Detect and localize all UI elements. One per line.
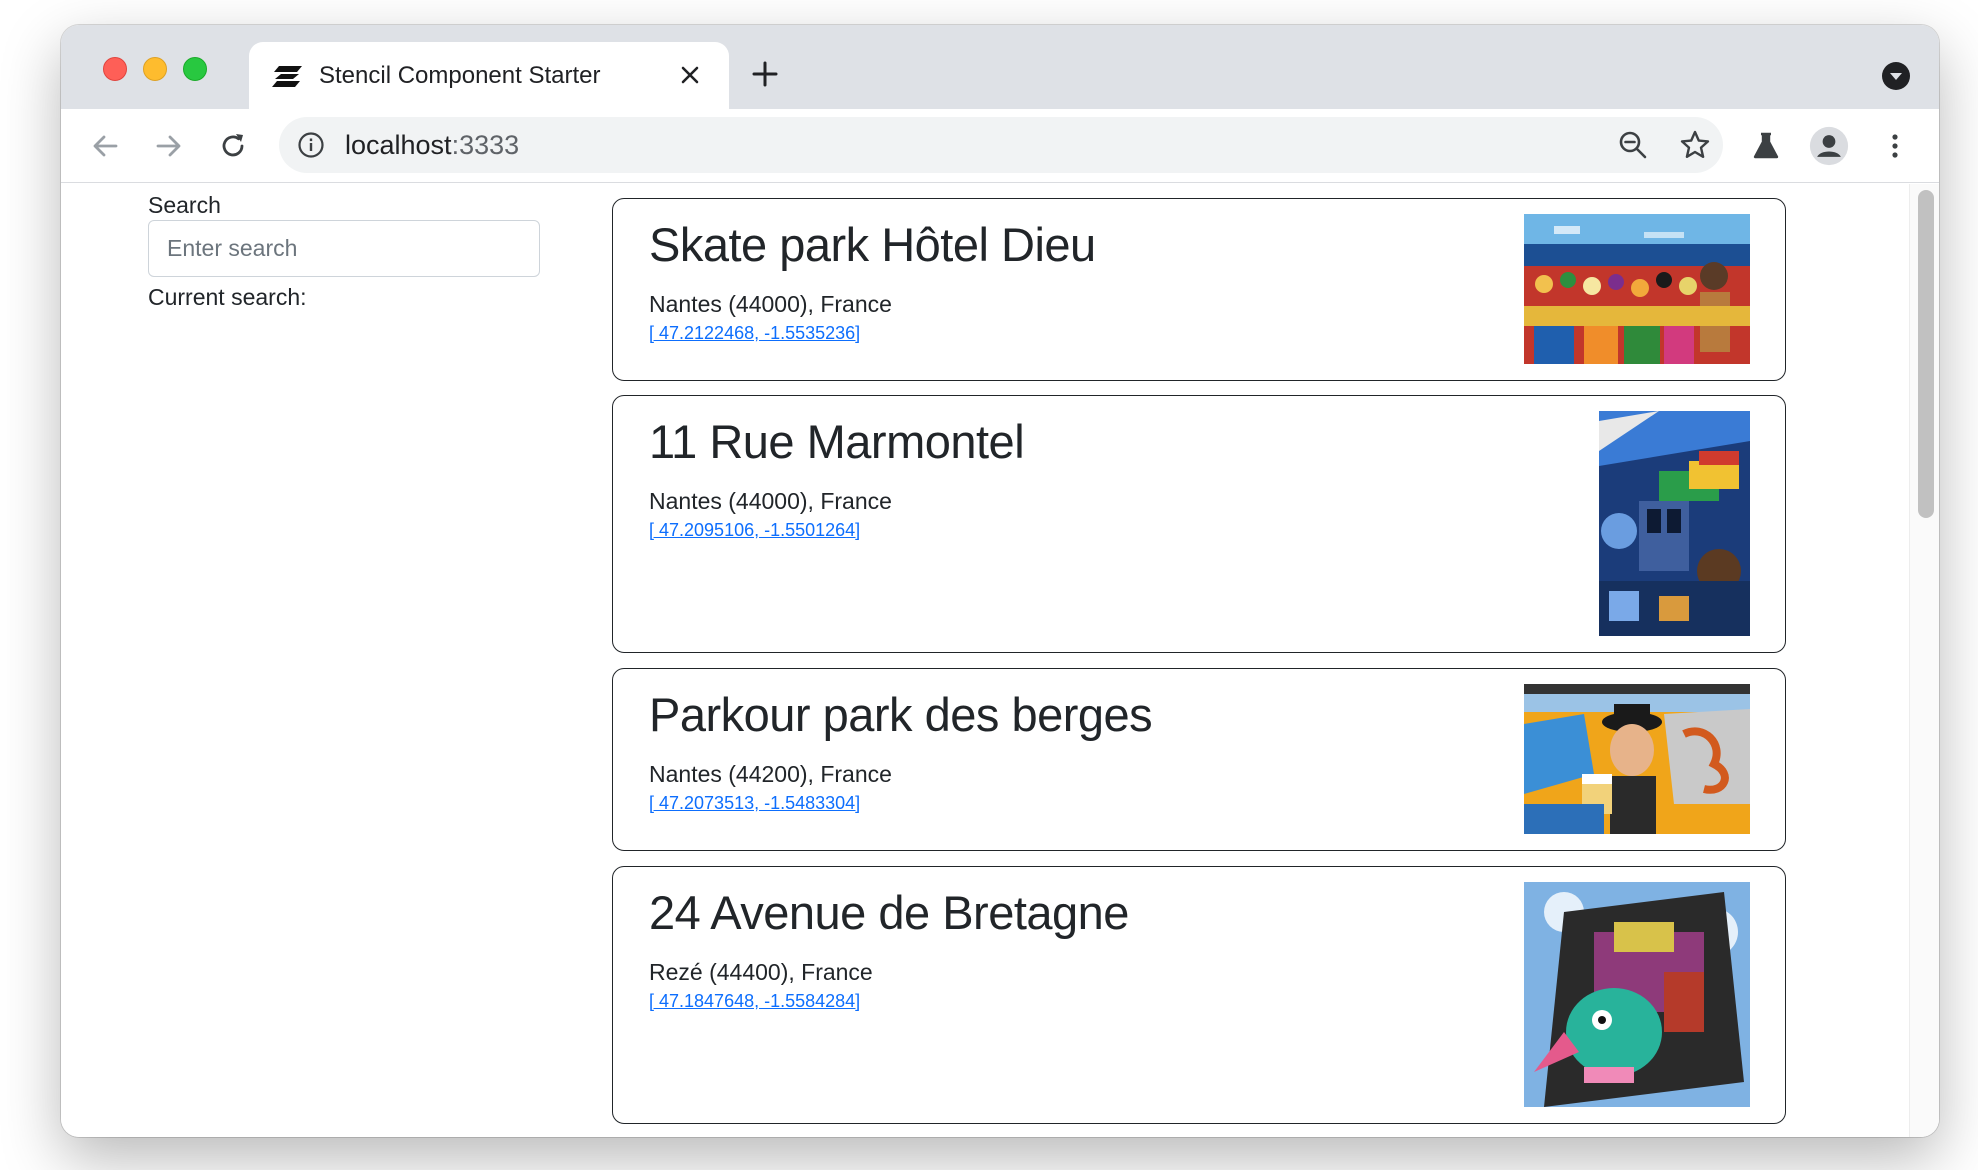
- close-window-button[interactable]: [103, 57, 127, 81]
- maximize-window-button[interactable]: [183, 57, 207, 81]
- bookmark-star-icon[interactable]: [1679, 129, 1711, 161]
- back-arrow-icon: [93, 135, 118, 157]
- forward-button[interactable]: [149, 126, 189, 166]
- place-coordinates-link[interactable]: [ 47.2073513, -1.5483304]: [649, 793, 860, 814]
- place-city: Nantes (44200), France: [649, 761, 892, 787]
- mural-crowd-image: [1524, 214, 1750, 364]
- place-city: Nantes (44000), France: [649, 488, 892, 514]
- browser-window: Stencil Component Starter localhost:3333…: [61, 25, 1939, 1137]
- reload-button[interactable]: [213, 126, 253, 166]
- back-button[interactable]: [85, 126, 125, 166]
- flask-icon: [1753, 132, 1779, 159]
- current-search-label: Current search:: [148, 284, 307, 310]
- place-coordinates-link[interactable]: [ 47.1847648, -1.5584284]: [649, 991, 860, 1012]
- site-info-icon[interactable]: [297, 131, 325, 159]
- place-card[interactable]: Parkour park des berges Nantes (44200), …: [612, 668, 1786, 851]
- profile-avatar-icon: [1809, 126, 1849, 166]
- browser-menu-button[interactable]: [1875, 126, 1915, 166]
- place-image: [1524, 214, 1750, 364]
- new-tab-icon[interactable]: [749, 58, 781, 90]
- close-tab-icon[interactable]: [675, 60, 705, 90]
- browser-toolbar: localhost:3333: [61, 109, 1939, 183]
- place-coordinates-link[interactable]: [ 47.2095106, -1.5501264]: [649, 520, 860, 541]
- place-title: 11 Rue Marmontel: [649, 415, 1025, 468]
- place-title: 24 Avenue de Bretagne: [649, 886, 1129, 939]
- mural-graffiti-image: [1524, 684, 1750, 834]
- search-label: Search: [148, 192, 221, 218]
- place-card[interactable]: 24 Avenue de Bretagne Rezé (44400), Fran…: [612, 866, 1786, 1124]
- place-coordinates-link[interactable]: [ 47.2122468, -1.5535236]: [649, 323, 860, 344]
- reload-icon: [222, 134, 244, 157]
- place-title: Skate park Hôtel Dieu: [649, 218, 1096, 271]
- place-card[interactable]: Skate park Hôtel Dieu Nantes (44000), Fr…: [612, 198, 1786, 381]
- profile-button[interactable]: [1809, 126, 1849, 166]
- place-image: [1524, 684, 1750, 834]
- place-card[interactable]: 11 Rue Marmontel Nantes (44000), France …: [612, 395, 1786, 653]
- mural-facade-image: [1599, 411, 1750, 636]
- tab-strip: Stencil Component Starter: [61, 25, 1939, 109]
- tab-active[interactable]: Stencil Component Starter: [249, 42, 729, 109]
- place-city: Rezé (44400), France: [649, 959, 873, 985]
- scrollbar-thumb[interactable]: [1918, 190, 1934, 518]
- tab-title: Stencil Component Starter: [319, 62, 601, 89]
- place-city: Nantes (44000), France: [649, 291, 892, 317]
- place-image: [1599, 411, 1750, 636]
- address-url: localhost:3333: [345, 130, 519, 161]
- page-scrollbar[interactable]: [1909, 184, 1939, 1137]
- address-port: :3333: [451, 130, 520, 160]
- more-vertical-icon: [1892, 134, 1898, 158]
- forward-arrow-icon: [156, 135, 181, 157]
- zoom-out-icon[interactable]: [1617, 129, 1649, 161]
- mural-bird-image: [1524, 882, 1750, 1107]
- search-input[interactable]: [148, 220, 540, 277]
- page-content: Search Current search: Skate park Hôtel …: [61, 184, 1939, 1137]
- tab-search-icon[interactable]: [1881, 61, 1911, 91]
- place-image: [1524, 882, 1750, 1107]
- address-bar[interactable]: localhost:3333: [279, 117, 1723, 173]
- labs-button[interactable]: [1746, 126, 1786, 166]
- minimize-window-button[interactable]: [143, 57, 167, 81]
- place-title: Parkour park des berges: [649, 688, 1153, 741]
- stencil-logo-icon: [272, 66, 302, 87]
- address-host: localhost: [345, 130, 452, 160]
